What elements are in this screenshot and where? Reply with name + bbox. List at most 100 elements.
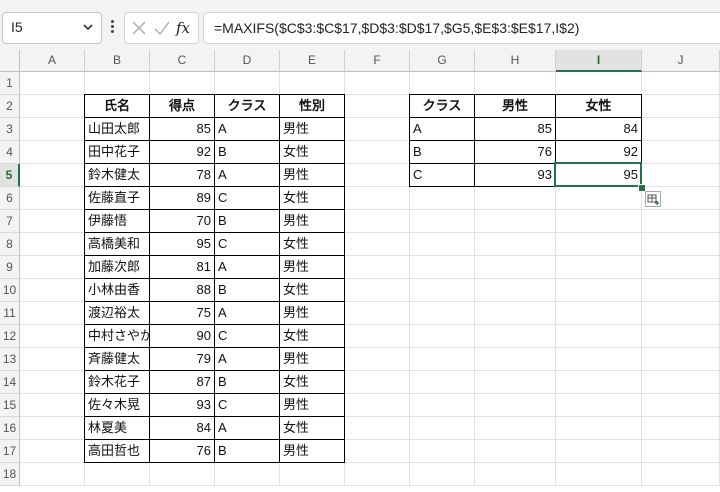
table2-cell[interactable]: 85: [474, 117, 556, 141]
grid-cell[interactable]: [642, 279, 720, 302]
grid-cell[interactable]: [556, 325, 642, 348]
grid-cell[interactable]: [556, 72, 642, 95]
grid-cell[interactable]: [280, 72, 345, 95]
grid-cell[interactable]: [642, 164, 720, 187]
table1-cell[interactable]: 75: [149, 301, 215, 325]
grid-cell[interactable]: [642, 417, 720, 440]
grid-cell[interactable]: [475, 233, 556, 256]
table2-cell[interactable]: A: [409, 117, 475, 141]
table1-cell[interactable]: 男性: [279, 393, 345, 417]
table1-cell[interactable]: 92: [149, 140, 215, 164]
grid-cell[interactable]: [556, 302, 642, 325]
grid-cell[interactable]: [20, 141, 85, 164]
table2-header-cell[interactable]: クラス: [409, 94, 475, 118]
column-header-h[interactable]: H: [475, 50, 556, 72]
column-header-e[interactable]: E: [280, 50, 345, 72]
grid-cell[interactable]: [642, 256, 720, 279]
grid-cell[interactable]: [556, 233, 642, 256]
grid-cell[interactable]: [345, 394, 410, 417]
table1-cell[interactable]: 女性: [279, 416, 345, 440]
table1-cell[interactable]: A: [214, 255, 280, 279]
grid-cell[interactable]: [410, 371, 475, 394]
row-header-18[interactable]: 18: [0, 463, 20, 486]
table1-cell[interactable]: 男性: [279, 209, 345, 233]
grid-cell[interactable]: [410, 233, 475, 256]
grid-cell[interactable]: [85, 463, 150, 486]
grid-cell[interactable]: [475, 256, 556, 279]
grid-cell[interactable]: [280, 463, 345, 486]
table1-cell[interactable]: B: [214, 278, 280, 302]
grid-cell[interactable]: [410, 325, 475, 348]
grid-cell[interactable]: [642, 394, 720, 417]
grid-cell[interactable]: [642, 72, 720, 95]
row-header-15[interactable]: 15: [0, 394, 20, 417]
table1-cell[interactable]: 女性: [279, 370, 345, 394]
chevron-down-icon[interactable]: [81, 20, 95, 34]
grid-cell[interactable]: [150, 463, 215, 486]
grid-cell[interactable]: [20, 256, 85, 279]
grid-cell[interactable]: [556, 256, 642, 279]
grid-cell[interactable]: [20, 440, 85, 463]
table1-cell[interactable]: 伊藤悟: [84, 209, 150, 233]
grid-cell[interactable]: [20, 233, 85, 256]
grid-cell[interactable]: [345, 417, 410, 440]
grid-cell[interactable]: [345, 210, 410, 233]
grid-cell[interactable]: [345, 72, 410, 95]
row-header-4[interactable]: 4: [0, 141, 20, 164]
table1-cell[interactable]: 男性: [279, 255, 345, 279]
table1-cell[interactable]: 女性: [279, 324, 345, 348]
grid-cell[interactable]: [556, 463, 642, 486]
table1-cell[interactable]: 95: [149, 232, 215, 256]
table1-cell[interactable]: 93: [149, 393, 215, 417]
table1-header-cell[interactable]: 性別: [279, 94, 345, 118]
grid-cell[interactable]: [345, 348, 410, 371]
grid-cell[interactable]: [475, 325, 556, 348]
table1-cell[interactable]: 林夏美: [84, 416, 150, 440]
table1-cell[interactable]: 88: [149, 278, 215, 302]
grid-cell[interactable]: [642, 348, 720, 371]
table1-cell[interactable]: 70: [149, 209, 215, 233]
grid-cell[interactable]: [642, 210, 720, 233]
row-header-17[interactable]: 17: [0, 440, 20, 463]
row-header-16[interactable]: 16: [0, 417, 20, 440]
grid-cell[interactable]: [20, 371, 85, 394]
column-header-f[interactable]: F: [345, 50, 410, 72]
table2-cell[interactable]: B: [409, 140, 475, 164]
grid-cell[interactable]: [345, 371, 410, 394]
table1-cell[interactable]: C: [214, 324, 280, 348]
table1-cell[interactable]: C: [214, 393, 280, 417]
grid-cell[interactable]: [556, 210, 642, 233]
grid-cell[interactable]: [20, 279, 85, 302]
grid-cell[interactable]: [20, 118, 85, 141]
table1-cell[interactable]: 佐藤直子: [84, 186, 150, 210]
grid-cell[interactable]: [20, 95, 85, 118]
row-header-11[interactable]: 11: [0, 302, 20, 325]
table2-cell[interactable]: 76: [474, 140, 556, 164]
column-header-i[interactable]: I: [556, 50, 642, 72]
grid-cell[interactable]: [475, 210, 556, 233]
row-header-1[interactable]: 1: [0, 72, 20, 95]
grid-cell[interactable]: [475, 279, 556, 302]
grid-cell[interactable]: [20, 417, 85, 440]
grid-cell[interactable]: [410, 72, 475, 95]
grid-cell[interactable]: [215, 463, 280, 486]
table1-cell[interactable]: 男性: [279, 117, 345, 141]
table1-cell[interactable]: 高田哲也: [84, 439, 150, 463]
grid-cell[interactable]: [410, 279, 475, 302]
grid-cell[interactable]: [642, 141, 720, 164]
table2-cell[interactable]: C: [409, 163, 475, 187]
grid-cell[interactable]: [345, 187, 410, 210]
grid-cell[interactable]: [475, 463, 556, 486]
grid-cell[interactable]: [345, 463, 410, 486]
table1-cell[interactable]: 84: [149, 416, 215, 440]
row-header-7[interactable]: 7: [0, 210, 20, 233]
table1-cell[interactable]: A: [214, 163, 280, 187]
more-options-icon[interactable]: [109, 18, 115, 38]
insert-function-icon[interactable]: fx: [176, 17, 196, 39]
grid-cell[interactable]: [85, 72, 150, 95]
table1-cell[interactable]: B: [214, 209, 280, 233]
grid-cell[interactable]: [20, 302, 85, 325]
grid-cell[interactable]: [20, 463, 85, 486]
row-header-2[interactable]: 2: [0, 95, 20, 118]
column-header-c[interactable]: C: [150, 50, 215, 72]
